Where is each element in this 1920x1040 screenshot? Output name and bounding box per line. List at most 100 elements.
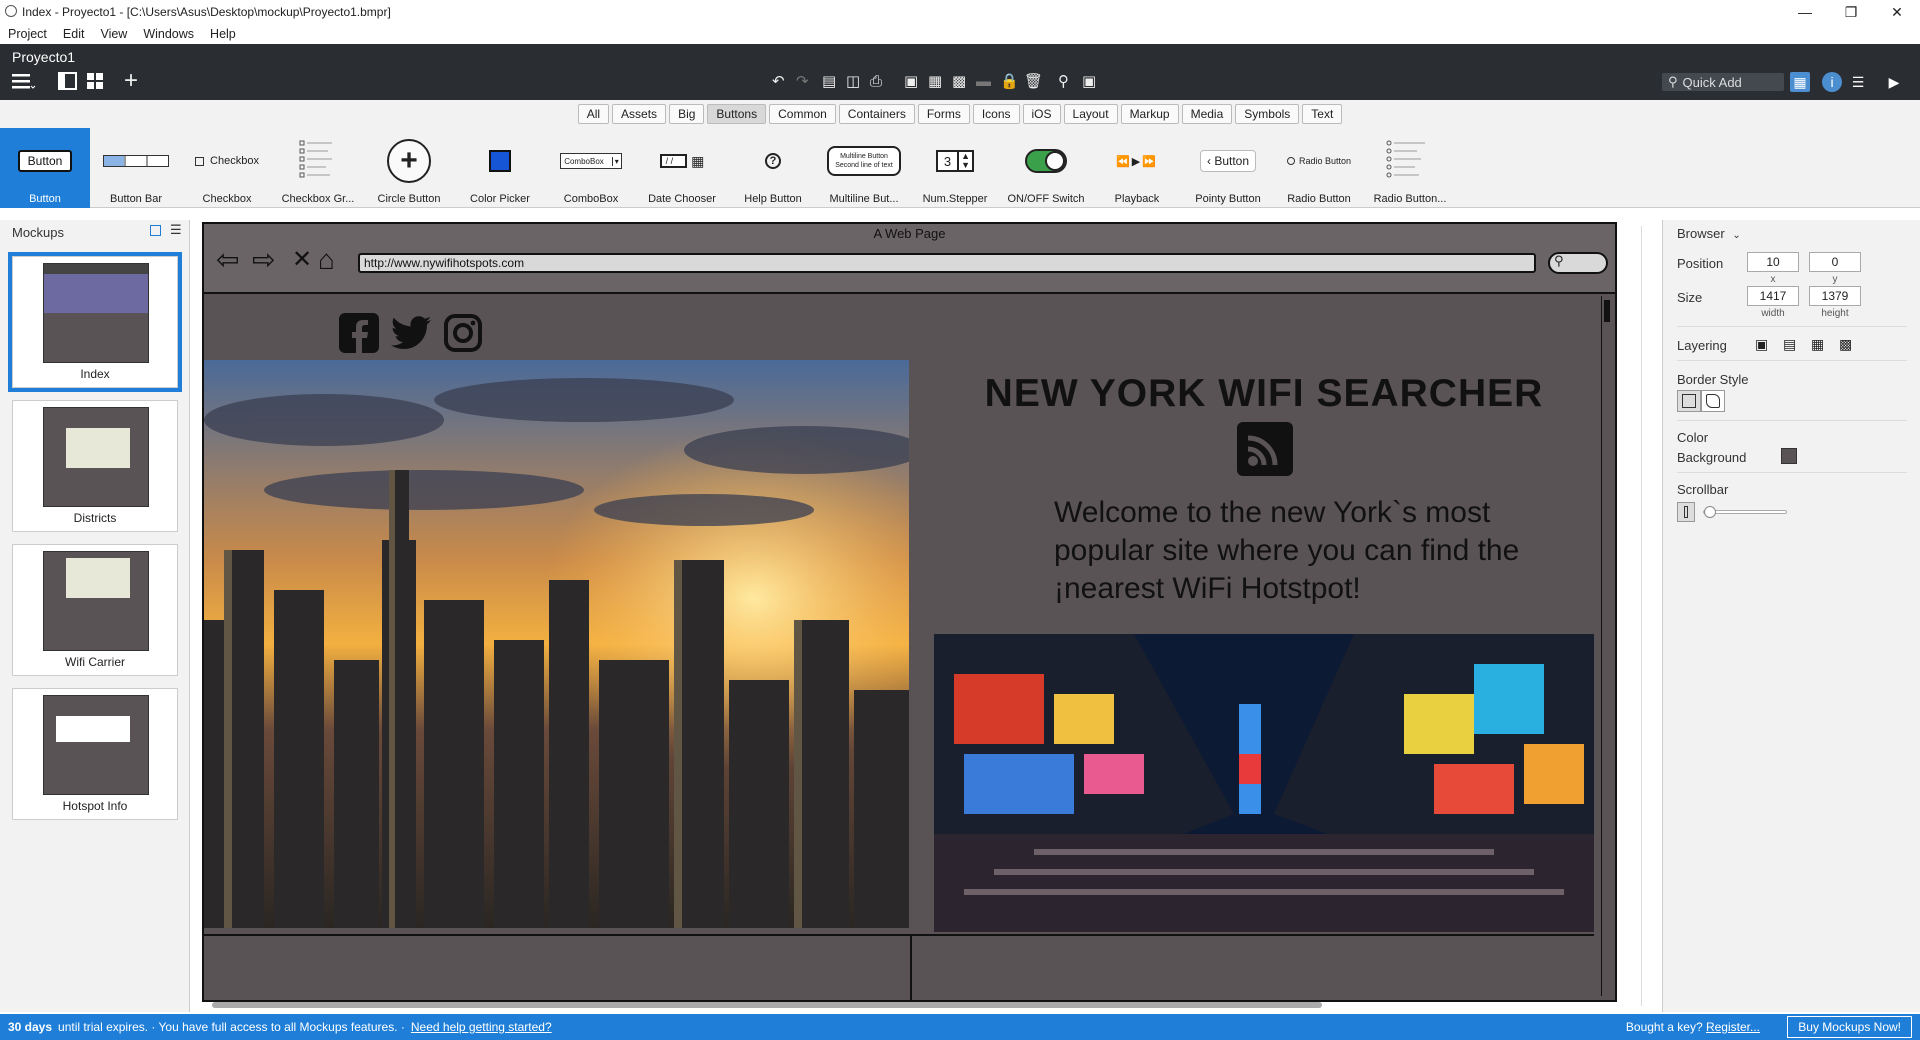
minimize-icon[interactable]: — (1782, 0, 1828, 24)
copy-icon[interactable]: ▤ (822, 70, 836, 92)
background-color-swatch[interactable] (1781, 448, 1797, 464)
grid-view-icon[interactable] (86, 70, 106, 92)
position-x-input[interactable]: 10 (1747, 252, 1799, 272)
trash-icon[interactable]: 🗑 (1024, 70, 1043, 92)
hamburger-menu-icon[interactable] (12, 70, 36, 92)
component-radio-button-group[interactable]: Radio Button... (1365, 128, 1455, 208)
buy-now-button[interactable]: Buy Mockups Now! (1787, 1016, 1912, 1038)
component-help-button[interactable]: ? Help Button (728, 128, 818, 208)
mockup-thumb-hotspot-info[interactable]: Hotspot Info (12, 688, 178, 820)
filter-all[interactable]: All (577, 104, 610, 124)
border-style-rough-button[interactable] (1701, 390, 1725, 412)
filter-big[interactable]: Big (669, 104, 705, 124)
rss-icon[interactable] (1237, 422, 1293, 476)
design-canvas[interactable]: A Web Page ⇦ ⇨ ✕ ⌂ http://www.nywifihots… (191, 220, 1661, 1012)
canvas-horizontal-scrollbar[interactable] (200, 1000, 1640, 1010)
duplicate-icon[interactable]: ◫ (846, 70, 860, 92)
paste-icon[interactable]: ⎙ (870, 70, 882, 92)
instagram-icon[interactable] (442, 312, 484, 354)
mockup-thumb-wifi-carrier[interactable]: Wifi Carrier (12, 544, 178, 676)
redo-icon[interactable]: ↷ (796, 70, 809, 92)
browser-search-input[interactable]: ⚲ (1548, 252, 1608, 274)
present-icon[interactable]: ▶ (1884, 72, 1904, 92)
scrollbar-toggle-button[interactable] (1677, 502, 1695, 522)
align-icon[interactable]: ▬ (976, 70, 991, 92)
component-circle-button[interactable]: + Circle Button (364, 128, 454, 208)
menu-help[interactable]: Help (210, 27, 236, 41)
menu-edit[interactable]: Edit (63, 27, 85, 41)
notes-icon[interactable]: ☰ (1848, 72, 1868, 92)
list-view-icon[interactable]: ☰ (170, 222, 182, 238)
filter-layout[interactable]: Layout (1063, 104, 1118, 124)
browser-mockup[interactable]: A Web Page ⇦ ⇨ ✕ ⌂ http://www.nywifihots… (202, 222, 1617, 1006)
mockup-vertical-scrollbar[interactable] (1601, 296, 1613, 996)
filter-containers[interactable]: Containers (838, 104, 915, 124)
single-view-icon[interactable] (58, 70, 78, 92)
restore-icon[interactable]: ❐ (1828, 0, 1874, 24)
send-backward-icon[interactable]: ▦ (1811, 336, 1824, 353)
menu-windows[interactable]: Windows (143, 27, 194, 41)
filter-common[interactable]: Common (769, 104, 836, 124)
info-icon[interactable]: i (1822, 72, 1842, 92)
properties-header[interactable]: Browser ⌄ (1677, 226, 1741, 241)
facebook-icon[interactable] (338, 312, 380, 354)
menu-view[interactable]: View (100, 27, 127, 41)
filter-icons[interactable]: Icons (972, 104, 1020, 124)
help-link[interactable]: Need help getting started? (411, 1020, 552, 1034)
component-button[interactable]: Button Button (0, 128, 90, 208)
add-mockup-icon[interactable]: + (124, 67, 138, 94)
component-num-stepper[interactable]: 3 ▲ ▼ Num.Stepper (910, 128, 1000, 208)
component-checkbox-group[interactable]: Checkbox Gr... (273, 128, 363, 208)
filter-ios[interactable]: iOS (1022, 104, 1061, 124)
twitter-icon[interactable] (390, 312, 432, 354)
slider-thumb[interactable] (1704, 506, 1716, 518)
forward-arrow-icon[interactable]: ⇨ (252, 246, 275, 274)
component-pointy-button[interactable]: ‹ Button Pointy Button (1183, 128, 1273, 208)
width-input[interactable]: 1417 (1747, 286, 1799, 306)
component-button-bar[interactable]: Button Bar (91, 128, 181, 208)
stop-icon[interactable]: ✕ (292, 246, 312, 274)
component-playback[interactable]: ⏪▶⏩ Playback (1092, 128, 1182, 208)
ungroup-icon[interactable]: ▦ (928, 70, 942, 92)
canvas-vertical-scrollbar[interactable] (1641, 226, 1655, 1006)
send-to-back-icon[interactable]: ▩ (1839, 336, 1852, 353)
group-icon[interactable]: ▣ (904, 70, 918, 92)
component-date-chooser[interactable]: / / ▦ Date Chooser (637, 128, 727, 208)
filter-buttons[interactable]: Buttons (707, 104, 767, 124)
scrollbar-position-slider[interactable] (1703, 506, 1787, 518)
menu-project[interactable]: Project (8, 27, 47, 41)
horizontal-scroll-thumb[interactable] (212, 1002, 1322, 1008)
filter-text[interactable]: Text (1302, 104, 1343, 124)
position-y-input[interactable]: 0 (1809, 252, 1861, 272)
component-radio-button[interactable]: Radio Button Radio Button (1274, 128, 1364, 208)
height-input[interactable]: 1379 (1809, 286, 1861, 306)
register-link[interactable]: Register... (1706, 1020, 1760, 1034)
component-combobox[interactable]: ComboBox ▾ ComboBox (546, 128, 636, 208)
filter-forms[interactable]: Forms (917, 104, 970, 124)
border-style-square-button[interactable] (1677, 390, 1701, 412)
lock-icon[interactable]: 🔒 (1000, 70, 1019, 92)
mockup-thumb-districts[interactable]: Districts (12, 400, 178, 532)
home-icon[interactable]: ⌂ (318, 246, 335, 274)
component-color-picker[interactable]: Color Picker (455, 128, 545, 208)
quick-add-input[interactable]: ⚲ Quick Add (1662, 73, 1784, 91)
scrollbar-thumb[interactable] (1604, 300, 1610, 322)
undo-icon[interactable]: ↶ (772, 70, 785, 92)
fullscreen-icon[interactable]: ▣ (1082, 70, 1096, 92)
filter-assets[interactable]: Assets (612, 104, 667, 124)
ui-library-icon[interactable]: ▦ (1790, 72, 1810, 92)
filter-media[interactable]: Media (1181, 104, 1233, 124)
bring-to-front-icon[interactable]: ▣ (1755, 336, 1768, 353)
panel-toggle-icon[interactable] (150, 225, 161, 236)
arrange-icon[interactable]: ▩ (952, 70, 966, 92)
component-multiline-button[interactable]: Multiline Button Second line of text Mult… (819, 128, 909, 208)
component-checkbox[interactable]: Checkbox Checkbox (182, 128, 272, 208)
bring-forward-icon[interactable]: ▤ (1783, 336, 1796, 353)
close-icon[interactable]: ✕ (1874, 0, 1920, 24)
filter-symbols[interactable]: Symbols (1235, 104, 1300, 124)
back-arrow-icon[interactable]: ⇦ (216, 246, 239, 274)
mockup-thumb-index[interactable]: Index (8, 252, 182, 392)
zoom-icon[interactable]: ⚲ (1058, 70, 1069, 92)
url-input[interactable]: http://www.nywifihotspots.com (358, 253, 1536, 273)
component-on-off-switch[interactable]: ON/OFF Switch (1001, 128, 1091, 208)
